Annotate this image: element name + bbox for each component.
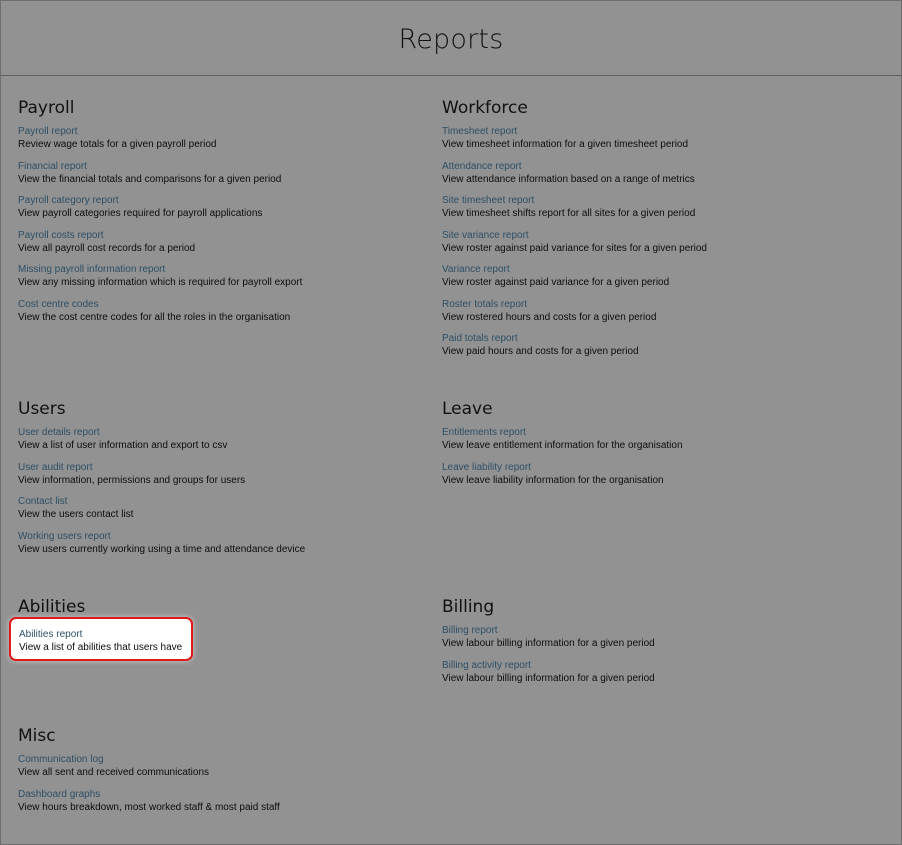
report-description: View information, permissions and groups… — [18, 474, 246, 486]
report-item-billing-activity-report: Billing activity report View labour bill… — [442, 659, 852, 694]
report-description: View the users contact list — [18, 509, 134, 520]
report-item-dashboard-graphs: Dashboard graphs View hours breakdown, m… — [18, 788, 428, 823]
report-description: View leave entitlement information for t… — [442, 440, 683, 451]
site-timesheet-report-link[interactable]: Site timesheet report — [442, 194, 852, 207]
report-description: View hours breakdown, most worked staff … — [18, 801, 280, 813]
highlighted-report-card: Abilities report View a list of abilitie… — [9, 617, 193, 661]
contact-list-link[interactable]: Contact list — [18, 495, 428, 508]
report-description: Review wage totals for a given payroll p… — [18, 139, 217, 150]
section-title-leave: Leave — [442, 399, 493, 419]
report-description: View any missing information which is re… — [18, 277, 303, 288]
report-item-financial-report: Financial report View the financial tota… — [18, 160, 428, 195]
abilities-report-link[interactable]: Abilities report — [19, 628, 182, 641]
paid-totals-report-link[interactable]: Paid totals report — [442, 332, 852, 345]
section-title-users: Users — [18, 399, 66, 419]
user-audit-report-link[interactable]: User audit report — [18, 461, 428, 474]
report-item-user-audit-report: User audit report View information, perm… — [18, 461, 428, 496]
report-item-contact-list: Contact list View the users contact list — [18, 495, 428, 530]
report-item-communication-log: Communication log View all sent and rece… — [18, 753, 428, 788]
report-description: View labour billing information for a gi… — [442, 638, 655, 649]
report-description: View users currently working using a tim… — [18, 543, 306, 555]
payroll-report-link[interactable]: Payroll report — [18, 125, 428, 138]
report-item-attendance-report: Attendance report View attendance inform… — [442, 160, 852, 195]
report-item-payroll-category-report: Payroll category report View payroll cat… — [18, 194, 428, 229]
report-item-payroll-report: Payroll report Review wage totals for a … — [18, 125, 428, 160]
billing-activity-report-link[interactable]: Billing activity report — [442, 659, 852, 672]
section-title-misc: Misc — [18, 726, 56, 746]
section-title-workforce: Workforce — [442, 98, 528, 118]
attendance-report-link[interactable]: Attendance report — [442, 160, 852, 173]
report-item-roster-totals-report: Roster totals report View rostered hours… — [442, 298, 852, 333]
report-item-cost-centre-codes: Cost centre codes View the cost centre c… — [18, 298, 428, 333]
report-item-billing-report: Billing report View labour billing infor… — [442, 624, 852, 659]
communication-log-link[interactable]: Communication log — [18, 753, 428, 766]
report-description: View rostered hours and costs for a give… — [442, 311, 657, 323]
financial-report-link[interactable]: Financial report — [18, 160, 428, 173]
report-description: View all payroll cost records for a peri… — [18, 242, 196, 254]
report-description: View all sent and received communication… — [18, 767, 210, 778]
entitlements-report-link[interactable]: Entitlements report — [442, 426, 852, 439]
variance-report-link[interactable]: Variance report — [442, 263, 852, 276]
report-description: View a list of abilities that users have — [19, 642, 183, 653]
report-item-variance-report: Variance report View roster against paid… — [442, 263, 852, 298]
report-description: View paid hours and costs for a given pe… — [442, 346, 639, 357]
dashboard-graphs-link[interactable]: Dashboard graphs — [18, 788, 428, 801]
section-title-billing: Billing — [442, 597, 495, 617]
report-item-site-variance-report: Site variance report View roster against… — [442, 229, 852, 264]
roster-totals-report-link[interactable]: Roster totals report — [442, 298, 852, 311]
report-description: View timesheet shifts report for all sit… — [442, 208, 696, 219]
payroll-costs-report-link[interactable]: Payroll costs report — [18, 229, 428, 242]
missing-payroll-information-report-link[interactable]: Missing payroll information report — [18, 263, 428, 276]
billing-report-link[interactable]: Billing report — [442, 624, 852, 637]
section-title-abilities: Abilities — [18, 597, 86, 617]
report-item-entitlements-report: Entitlements report View leave entitleme… — [442, 426, 852, 461]
report-item-working-users-report: Working users report View users currentl… — [18, 530, 428, 565]
report-item-user-details-report: User details report View a list of user … — [18, 426, 428, 461]
page-title: Reports — [398, 23, 504, 55]
report-description: View timesheet information for a given t… — [442, 139, 689, 150]
reports-page: Reports Payroll Payroll report Review wa… — [0, 0, 902, 845]
user-details-report-link[interactable]: User details report — [18, 426, 428, 439]
report-item-abilities-report: Abilities report View a list of abilitie… — [19, 628, 182, 654]
cost-centre-codes-link[interactable]: Cost centre codes — [18, 298, 428, 311]
section-users: Users User details report View a list of… — [18, 400, 428, 564]
section-leave: Leave Entitlements report View leave ent… — [442, 400, 852, 495]
payroll-category-report-link[interactable]: Payroll category report — [18, 194, 428, 207]
section-title-payroll: Payroll — [18, 98, 75, 118]
leave-liability-report-link[interactable]: Leave liability report — [442, 461, 852, 474]
site-variance-report-link[interactable]: Site variance report — [442, 229, 852, 242]
report-description: View payroll categories required for pay… — [18, 208, 263, 219]
page-header: Reports — [1, 1, 901, 76]
report-item-missing-payroll-information-report: Missing payroll information report View … — [18, 263, 428, 298]
report-item-payroll-costs-report: Payroll costs report View all payroll co… — [18, 229, 428, 264]
section-payroll: Payroll Payroll report Review wage total… — [18, 99, 428, 332]
report-description: View the cost centre codes for all the r… — [18, 311, 291, 323]
report-description: View roster against paid variance for a … — [442, 277, 670, 288]
report-item-leave-liability-report: Leave liability report View leave liabil… — [442, 461, 852, 496]
section-billing: Billing Billing report View labour billi… — [442, 598, 852, 693]
section-misc: Misc Communication log View all sent and… — [18, 727, 428, 822]
timesheet-report-link[interactable]: Timesheet report — [442, 125, 852, 138]
report-item-site-timesheet-report: Site timesheet report View timesheet shi… — [442, 194, 852, 229]
section-workforce: Workforce Timesheet report View timeshee… — [442, 99, 852, 367]
report-description: View a list of user information and expo… — [18, 440, 228, 451]
report-item-timesheet-report: Timesheet report View timesheet informat… — [442, 125, 852, 160]
report-description: View leave liability information for the… — [442, 474, 664, 486]
report-description: View attendance information based on a r… — [442, 173, 695, 185]
report-item-paid-totals-report: Paid totals report View paid hours and c… — [442, 332, 852, 367]
report-description: View the financial totals and comparison… — [18, 173, 282, 185]
report-description: View labour billing information for a gi… — [442, 672, 655, 684]
report-description: View roster against paid variance for si… — [442, 242, 707, 254]
working-users-report-link[interactable]: Working users report — [18, 530, 428, 543]
